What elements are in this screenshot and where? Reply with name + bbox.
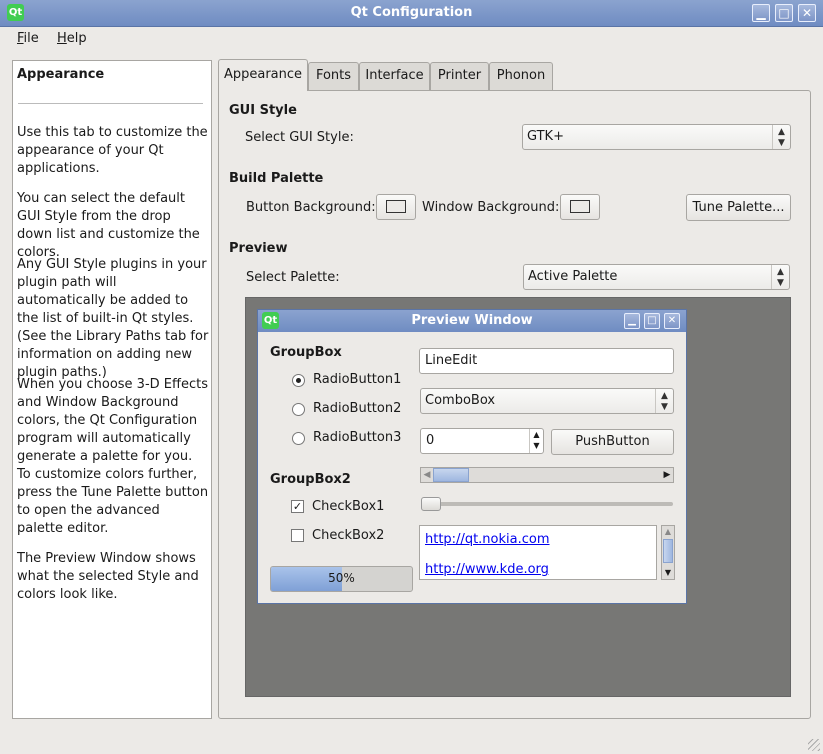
resize-grip-icon[interactable]: [808, 739, 820, 751]
scrollbar-thumb[interactable]: [433, 468, 469, 482]
push-button[interactable]: PushButton: [551, 429, 674, 455]
menu-help-label: elp: [66, 31, 87, 46]
updown-arrow-icon: ▲ ▼: [771, 265, 789, 289]
button-background-label: Button Background:: [246, 200, 376, 215]
radio-label: RadioButton2: [313, 401, 402, 416]
preview-window: Qt Preview Window ▁ □ ✕ GroupBox RadioBu…: [257, 309, 687, 604]
help-paragraph: Any GUI Style plugins in your plugin pat…: [17, 257, 209, 380]
radio-button-3[interactable]: [292, 432, 305, 445]
window-title: Qt Configuration: [350, 5, 473, 20]
window-background-button[interactable]: [560, 194, 600, 220]
spin-box[interactable]: 0 ▲ ▼: [420, 428, 544, 454]
gui-style-label: Select GUI Style:: [245, 130, 354, 145]
spin-arrows-icon[interactable]: ▲ ▼: [529, 429, 543, 453]
combo-value: ComboBox: [425, 393, 496, 408]
minimize-icon: ▁: [624, 313, 640, 329]
help-pane[interactable]: Appearance Use this tab to customize the…: [12, 60, 212, 719]
status-bar: [0, 729, 823, 754]
palette-value: Active Palette: [528, 269, 618, 284]
minimize-button[interactable]: ▁: [752, 4, 770, 22]
scroll-left-icon[interactable]: ◀: [421, 468, 433, 482]
updown-arrow-icon: ▲ ▼: [655, 389, 673, 413]
checkbox-label: CheckBox1: [312, 499, 385, 514]
scroll-up-icon[interactable]: ▲: [662, 526, 674, 538]
palette-combo[interactable]: Active Palette ▲ ▼: [523, 264, 790, 290]
close-icon: ✕: [664, 313, 680, 329]
title-bar[interactable]: Qt Qt Configuration ▁ □ ✕: [0, 0, 823, 27]
maximize-button[interactable]: □: [775, 4, 793, 22]
link-kde[interactable]: http://www.kde.org: [425, 562, 549, 577]
help-paragraph: The Preview Window shows what the select…: [17, 551, 199, 602]
color-swatch: [386, 200, 406, 213]
gui-style-section: GUI Style: [229, 103, 297, 118]
tab-appearance[interactable]: Appearance: [218, 59, 308, 91]
help-paragraph: You can select the default GUI Style fro…: [17, 191, 200, 260]
vscroll-thumb[interactable]: [663, 539, 673, 563]
preview-section: Preview: [229, 241, 288, 256]
radio-button-2[interactable]: [292, 403, 305, 416]
slider-track[interactable]: [421, 502, 673, 506]
checkmark-icon: ✓: [292, 500, 303, 513]
combo-box[interactable]: ComboBox ▲ ▼: [420, 388, 674, 414]
progress-bar: 50%: [270, 566, 413, 592]
help-heading: Appearance: [17, 67, 105, 82]
select-palette-label: Select Palette:: [246, 270, 340, 285]
menu-help-mnemonic: H: [57, 31, 67, 46]
tab-interface[interactable]: Interface: [359, 62, 430, 90]
tab-printer[interactable]: Printer: [430, 62, 489, 90]
groupbox2-title: GroupBox2: [270, 472, 351, 487]
progress-text: 50%: [328, 571, 355, 585]
menu-bar: File Help: [0, 27, 823, 51]
menu-file-label: ile: [23, 31, 39, 46]
horizontal-scrollbar[interactable]: ◀ ▶: [420, 467, 674, 483]
radio-label: RadioButton3: [313, 430, 402, 445]
radio-button-1[interactable]: [292, 374, 305, 387]
maximize-icon: □: [644, 313, 660, 329]
menu-help[interactable]: Help: [57, 31, 87, 46]
checkbox-label: CheckBox2: [312, 528, 385, 543]
preview-title-bar: Qt Preview Window ▁ □ ✕: [258, 310, 686, 332]
gui-style-value: GTK+: [527, 129, 564, 144]
help-paragraph: Use this tab to customize the appearance…: [17, 125, 208, 176]
groupbox-title: GroupBox: [270, 345, 342, 360]
close-button[interactable]: ✕: [798, 4, 816, 22]
tune-palette-button[interactable]: Tune Palette...: [686, 194, 791, 221]
spin-value: 0: [426, 433, 435, 448]
preview-window-title: Preview Window: [411, 313, 533, 328]
color-swatch: [570, 200, 590, 213]
gui-style-combo[interactable]: GTK+ ▲ ▼: [522, 124, 791, 150]
checkbox-2[interactable]: [291, 529, 304, 542]
window-background-label: Window Background:: [422, 200, 560, 215]
help-paragraph: When you choose 3-D Effects and Window B…: [17, 377, 209, 536]
tab-fonts[interactable]: Fonts: [308, 62, 359, 90]
radio-label: RadioButton1: [313, 372, 402, 387]
checkbox-1[interactable]: ✓: [291, 500, 304, 513]
updown-arrow-icon: ▲ ▼: [772, 125, 790, 149]
help-divider: [18, 103, 203, 104]
line-edit[interactable]: LineEdit: [419, 348, 674, 374]
link-qt[interactable]: http://qt.nokia.com: [425, 532, 550, 547]
scroll-right-icon[interactable]: ▶: [661, 468, 673, 482]
vertical-scrollbar[interactable]: ▲ ▼: [661, 525, 675, 580]
menu-file[interactable]: File: [17, 31, 39, 46]
scroll-down-icon[interactable]: ▼: [662, 567, 674, 579]
build-palette-section: Build Palette: [229, 171, 324, 186]
slider-handle[interactable]: [421, 497, 441, 511]
button-background-button[interactable]: [376, 194, 416, 220]
tab-phonon[interactable]: Phonon: [489, 62, 553, 90]
text-browser[interactable]: http://qt.nokia.com http://www.kde.org: [419, 525, 657, 580]
